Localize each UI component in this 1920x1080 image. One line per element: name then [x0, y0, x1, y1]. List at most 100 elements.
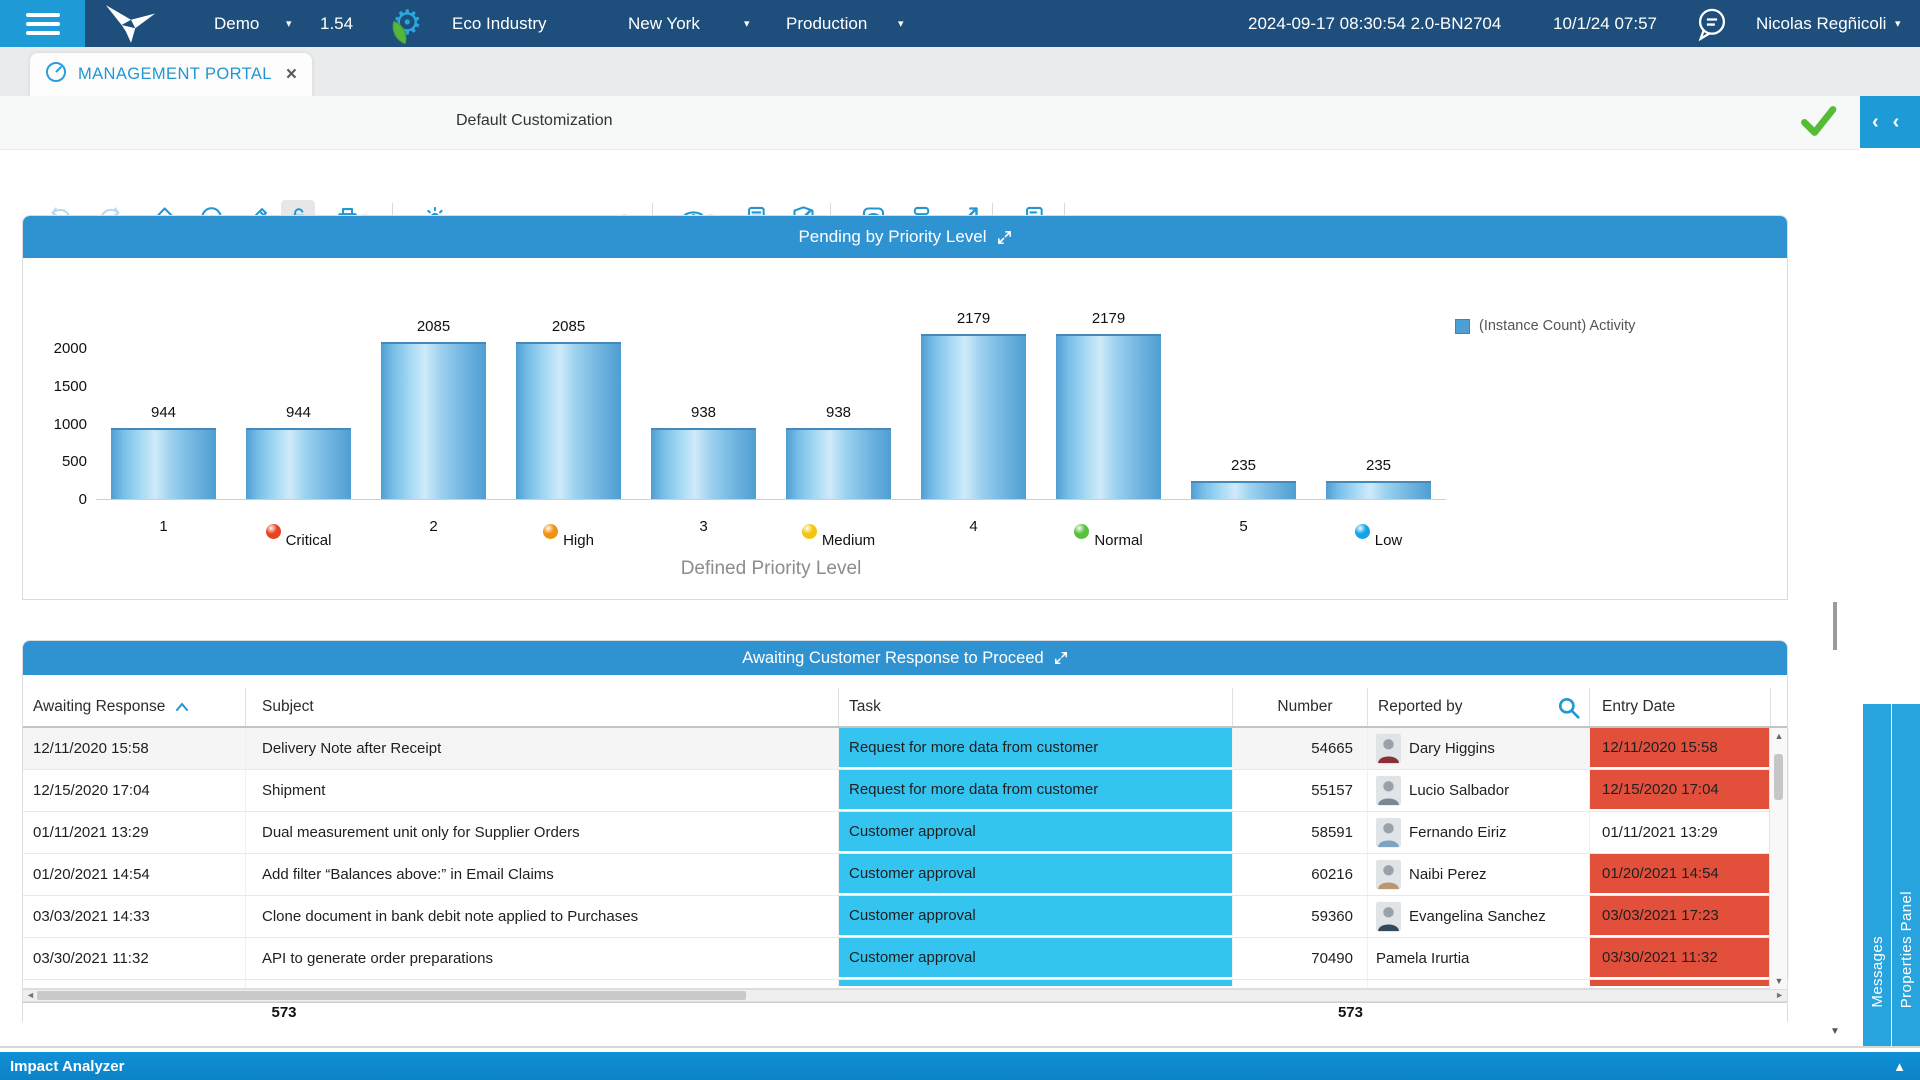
column-header-number[interactable]: Number — [1233, 688, 1368, 726]
cell-number: 55157 — [1233, 770, 1368, 811]
cell-task: Customer approval — [839, 854, 1233, 895]
chart-legend: (Instance Count) Activity — [1455, 318, 1635, 334]
column-header-reported-by[interactable]: Reported by — [1368, 688, 1590, 726]
table-row[interactable]: 03/30/2021 11:32API to generate order pr… — [23, 938, 1787, 980]
column-header-task[interactable]: Task — [839, 688, 1233, 726]
bar[interactable] — [786, 428, 891, 499]
scrollbar-thumb[interactable] — [37, 991, 746, 1000]
cell-awaiting-response: 01/20/2021 14:54 — [23, 854, 246, 895]
bar[interactable] — [111, 428, 216, 499]
y-tick-label: 2000 — [27, 340, 87, 358]
x-category-label: 4 — [906, 510, 1041, 549]
bar[interactable] — [1326, 481, 1431, 499]
cell-reported-by: Dary Higgins — [1368, 728, 1590, 769]
tab-management-portal[interactable]: MANAGEMENT PORTAL × — [30, 53, 312, 96]
caret-down-icon[interactable]: ▾ — [898, 0, 904, 47]
hamburger-menu-button[interactable] — [0, 0, 85, 47]
x-axis: 1Critical2High3Medium4Normal5Low — [96, 510, 1446, 549]
bar[interactable] — [1056, 334, 1161, 499]
environment-dropdown[interactable]: Production — [786, 0, 867, 47]
side-tab-label: Messages — [1869, 936, 1886, 1008]
scrollbar-thumb[interactable] — [1833, 602, 1837, 650]
caret-down-icon[interactable]: ▾ — [286, 0, 292, 47]
build-info-label: 2024-09-17 08:30:54 2.0-BN2704 — [1248, 0, 1501, 47]
table-row[interactable]: 12/11/2020 15:58Delivery Note after Rece… — [23, 728, 1787, 770]
cell-entry-date: 12/15/2020 17:04 — [1590, 770, 1771, 811]
bar[interactable] — [1191, 481, 1296, 499]
impact-analyzer-bar[interactable]: Impact Analyzer ▲ — [0, 1052, 1920, 1080]
chevron-left-icon[interactable]: ‹ — [1872, 111, 1879, 134]
bar-slot: 944 — [96, 259, 231, 499]
priority-dot-icon — [1074, 524, 1089, 539]
close-icon[interactable]: × — [286, 64, 297, 86]
messages-bubble-icon[interactable] — [1692, 0, 1732, 47]
scroll-right-icon[interactable]: ► — [1775, 990, 1784, 1001]
table-panel: Awaiting Customer Response to Proceed Aw… — [22, 640, 1788, 1022]
cell-subject: API to generate order preparations — [246, 938, 839, 979]
bar-chart: (Instance Count) Activity 05001000150020… — [23, 258, 1787, 599]
x-axis-group: 5Low — [1176, 510, 1446, 549]
table-horizontal-scrollbar[interactable]: ◄ ► — [23, 989, 1787, 1002]
table-row[interactable]: 03/03/2021 14:33Clone document in bank d… — [23, 896, 1787, 938]
avatar — [1376, 817, 1401, 848]
search-icon[interactable] — [1557, 696, 1581, 725]
side-tab-properties-panel[interactable]: Properties Panel — [1891, 704, 1920, 1046]
workspace-dropdown[interactable]: Demo — [214, 0, 259, 47]
table-row[interactable]: 01/11/2021 13:29Dual measurement unit on… — [23, 812, 1787, 854]
cell-number: 70490 — [1233, 938, 1368, 979]
table-vertical-scrollbar[interactable]: ▲ ▼ — [1769, 728, 1787, 989]
scrollbar-thumb[interactable] — [1774, 754, 1783, 800]
customization-dropdown[interactable]: Default Customization — [456, 104, 613, 138]
bar[interactable] — [381, 342, 486, 499]
y-tick-label: 0 — [27, 491, 87, 509]
side-tab-messages[interactable]: Messages — [1862, 704, 1891, 1046]
cell-subject: Add filter “Balances above:” in Email Cl… — [246, 854, 839, 895]
bar-value-label: 944 — [96, 404, 231, 421]
scroll-left-icon[interactable]: ◄ — [26, 990, 35, 1001]
avatar — [1376, 901, 1401, 932]
datetime-label: 10/1/24 07:57 — [1553, 0, 1657, 47]
caret-down-icon[interactable]: ▾ — [744, 0, 750, 47]
location-dropdown[interactable]: New York — [628, 0, 700, 47]
reporter-name: Fernando Eiriz — [1409, 824, 1507, 841]
reporter-name: Dary Higgins — [1409, 740, 1495, 757]
reporter-name: Pamela Irurtia — [1376, 950, 1469, 967]
priority-dot-icon — [543, 524, 558, 539]
column-header-awaiting-response[interactable]: Awaiting Response — [23, 688, 246, 726]
impact-analyzer-title: Impact Analyzer — [10, 1058, 125, 1075]
header-scroll-spacer — [1771, 688, 1789, 726]
column-header-subject[interactable]: Subject — [246, 688, 839, 726]
chevron-up-icon[interactable]: ▲ — [1893, 1059, 1906, 1074]
x-axis-group: 2High — [366, 510, 636, 549]
confirm-check-icon[interactable] — [1796, 104, 1840, 138]
cell-reported-by: Evangelina Sanchez — [1368, 896, 1590, 937]
chevron-left-icon[interactable]: ‹ — [1893, 111, 1900, 134]
table-row-partial — [23, 980, 1787, 989]
bar[interactable] — [516, 342, 621, 499]
sort-ascending-icon[interactable] — [175, 702, 189, 712]
table-row[interactable]: 01/20/2021 14:54Add filter “Balances abo… — [23, 854, 1787, 896]
scroll-down-icon[interactable]: ▼ — [1770, 976, 1788, 986]
column-header-entry-date[interactable]: Entry Date — [1590, 688, 1771, 726]
avatar — [1376, 775, 1401, 806]
page-vertical-scrollbar[interactable]: ▼ — [1828, 150, 1842, 1046]
user-menu[interactable]: Nicolas Regñicoli — [1756, 0, 1886, 47]
bar[interactable] — [651, 428, 756, 499]
scroll-up-icon[interactable]: ▲ — [1770, 731, 1788, 741]
scroll-down-icon[interactable]: ▼ — [1828, 1026, 1842, 1037]
expand-panel-icon[interactable] — [997, 230, 1012, 245]
expand-panel-icon[interactable] — [1054, 651, 1068, 665]
x-category-label: 2 — [366, 510, 501, 549]
caret-down-icon[interactable]: ▾ — [1895, 0, 1901, 47]
table-row[interactable]: 12/15/2020 17:04ShipmentRequest for more… — [23, 770, 1787, 812]
cell-reported-by: Lucio Salbador — [1368, 770, 1590, 811]
cell-number: 60216 — [1233, 854, 1368, 895]
x-category-label: 3 — [636, 510, 771, 549]
avatar — [1376, 859, 1401, 890]
panel-collapse-controls: ‹ ‹ — [1860, 96, 1920, 148]
bar[interactable] — [921, 334, 1026, 499]
bar-slot: 235 — [1176, 259, 1311, 499]
top-bar: Demo ▾ 1.54 ⚙ Eco Industry New York ▾ Pr… — [0, 0, 1920, 47]
bar-value-label: 235 — [1311, 457, 1446, 474]
bar[interactable] — [246, 428, 351, 499]
